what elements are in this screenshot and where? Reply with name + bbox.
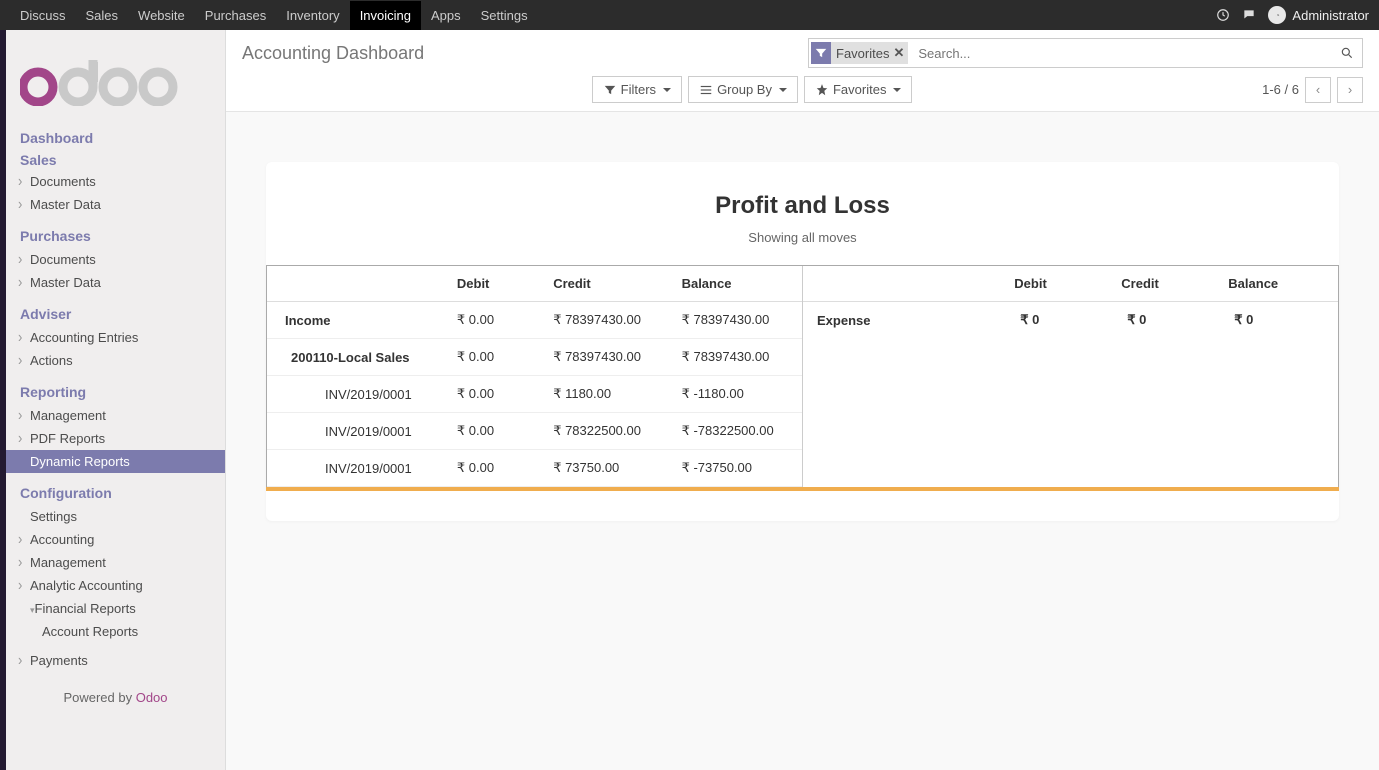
clock-icon[interactable] bbox=[1216, 8, 1230, 23]
nav-item-invoicing[interactable]: Invoicing bbox=[350, 1, 421, 30]
content-area: Accounting Dashboard Favorites ✕ bbox=[226, 30, 1379, 770]
nav-item-settings[interactable]: Settings bbox=[471, 1, 538, 30]
pager-next-button[interactable]: › bbox=[1337, 77, 1363, 103]
sidebar-item-management[interactable]: Management bbox=[6, 404, 225, 427]
control-panel: Accounting Dashboard Favorites ✕ bbox=[226, 30, 1379, 112]
table-row[interactable]: Income₹ 0.00₹ 78397430.00₹ 78397430.00 bbox=[267, 302, 802, 339]
expense-table: DebitCreditBalance Expense₹ 0₹ 0₹ 0 bbox=[803, 266, 1338, 338]
column-header bbox=[267, 266, 449, 302]
table-row[interactable]: 200110-Local Sales₹ 0.00₹ 78397430.00₹ 7… bbox=[267, 339, 802, 376]
table-row[interactable]: INV/2019/0001₹ 0.00₹ 73750.00₹ -73750.00 bbox=[267, 450, 802, 487]
sidebar-item-analytic-accounting[interactable]: Analytic Accounting bbox=[6, 574, 225, 597]
table-row[interactable]: INV/2019/0001₹ 0.00₹ 78322500.00₹ -78322… bbox=[267, 413, 802, 450]
favorites-button[interactable]: Favorites bbox=[804, 76, 912, 103]
sidebar-item-accounting[interactable]: Accounting bbox=[6, 528, 225, 551]
sidebar-head-purchases[interactable]: Purchases bbox=[6, 224, 225, 248]
nav-item-apps[interactable]: Apps bbox=[421, 1, 471, 30]
sidebar-item-master-data[interactable]: Master Data bbox=[6, 271, 225, 294]
page-title: Accounting Dashboard bbox=[242, 43, 424, 64]
column-header: Credit bbox=[1113, 266, 1220, 302]
sidebar-head-configuration[interactable]: Configuration bbox=[6, 481, 225, 505]
sidebar-item-dynamic-reports[interactable]: Dynamic Reports bbox=[6, 450, 225, 473]
pager-prev-button[interactable]: ‹ bbox=[1305, 77, 1331, 103]
avatar-icon: ◔ bbox=[1268, 6, 1286, 24]
column-header: Debit bbox=[1006, 266, 1113, 302]
search-facet-label: Favorites bbox=[836, 46, 889, 61]
sidebar-head-adviser[interactable]: Adviser bbox=[6, 302, 225, 326]
nav-item-discuss[interactable]: Discuss bbox=[10, 1, 76, 30]
search-input[interactable] bbox=[910, 42, 1332, 65]
sidebar-head-reporting[interactable]: Reporting bbox=[6, 380, 225, 404]
sidebar-item-management[interactable]: Management bbox=[6, 551, 225, 574]
report-subtitle: Showing all moves bbox=[266, 230, 1339, 245]
report-title: Profit and Loss bbox=[266, 192, 1339, 220]
sidebar: Dashboard Sales Documents Master Data Pu… bbox=[6, 30, 226, 770]
sidebar-item-pdf-reports[interactable]: PDF Reports bbox=[6, 427, 225, 450]
column-header: Credit bbox=[545, 266, 673, 302]
report-left-column: DebitCreditBalance Income₹ 0.00₹ 7839743… bbox=[266, 266, 803, 487]
column-header: Balance bbox=[1220, 266, 1338, 302]
pager-text: 1-6 / 6 bbox=[1262, 82, 1299, 97]
sidebar-head-sales[interactable]: Sales bbox=[6, 150, 225, 170]
report-right-column: DebitCreditBalance Expense₹ 0₹ 0₹ 0 bbox=[803, 266, 1339, 487]
search-facet[interactable]: Favorites ✕ bbox=[811, 42, 908, 64]
top-nav: DiscussSalesWebsitePurchasesInventoryInv… bbox=[0, 0, 1379, 30]
nav-item-sales[interactable]: Sales bbox=[76, 1, 129, 30]
nav-item-inventory[interactable]: Inventory bbox=[276, 1, 349, 30]
sidebar-item-financial-reports[interactable]: Financial Reports bbox=[6, 597, 225, 620]
sidebar-item-documents[interactable]: Documents bbox=[6, 248, 225, 271]
chevron-down-icon bbox=[893, 88, 901, 92]
logo[interactable] bbox=[6, 30, 225, 126]
user-menu[interactable]: ◔ Administrator bbox=[1268, 6, 1369, 24]
table-row[interactable]: INV/2019/0001₹ 0.00₹ 1180.00₹ -1180.00 bbox=[267, 376, 802, 413]
sidebar-item-settings[interactable]: Settings bbox=[6, 505, 225, 528]
sidebar-item-documents[interactable]: Documents bbox=[6, 170, 225, 193]
sidebar-item-actions[interactable]: Actions bbox=[6, 349, 225, 372]
pager: 1-6 / 6 ‹ › bbox=[1262, 77, 1363, 103]
search-bar[interactable]: Favorites ✕ bbox=[808, 38, 1363, 68]
sidebar-footer: Powered by Odoo bbox=[6, 672, 225, 715]
sidebar-head-dashboard[interactable]: Dashboard bbox=[6, 126, 225, 150]
column-header: Debit bbox=[449, 266, 545, 302]
user-name: Administrator bbox=[1292, 8, 1369, 23]
chevron-down-icon bbox=[779, 88, 787, 92]
chat-icon[interactable] bbox=[1242, 8, 1256, 23]
close-icon[interactable]: ✕ bbox=[893, 45, 904, 61]
sidebar-item-accounting-entries[interactable]: Accounting Entries bbox=[6, 326, 225, 349]
sidebar-item-payments[interactable]: Payments bbox=[6, 649, 225, 672]
sidebar-item-account-reports[interactable]: Account Reports bbox=[6, 620, 225, 643]
nav-item-website[interactable]: Website bbox=[128, 1, 195, 30]
column-header: Balance bbox=[674, 266, 802, 302]
table-row[interactable]: Expense₹ 0₹ 0₹ 0 bbox=[803, 302, 1338, 339]
sidebar-item-master-data[interactable]: Master Data bbox=[6, 193, 225, 216]
chevron-down-icon bbox=[663, 88, 671, 92]
income-table: DebitCreditBalance Income₹ 0.00₹ 7839743… bbox=[267, 266, 802, 487]
groupby-button[interactable]: Group By bbox=[688, 76, 798, 103]
filters-button[interactable]: Filters bbox=[592, 76, 682, 103]
search-icon[interactable] bbox=[1332, 46, 1362, 61]
column-header bbox=[803, 266, 1006, 302]
filter-icon bbox=[811, 42, 831, 64]
report-card: Profit and Loss Showing all moves DebitC… bbox=[266, 162, 1339, 521]
nav-item-purchases[interactable]: Purchases bbox=[195, 1, 276, 30]
footer-brand[interactable]: Odoo bbox=[136, 690, 168, 705]
